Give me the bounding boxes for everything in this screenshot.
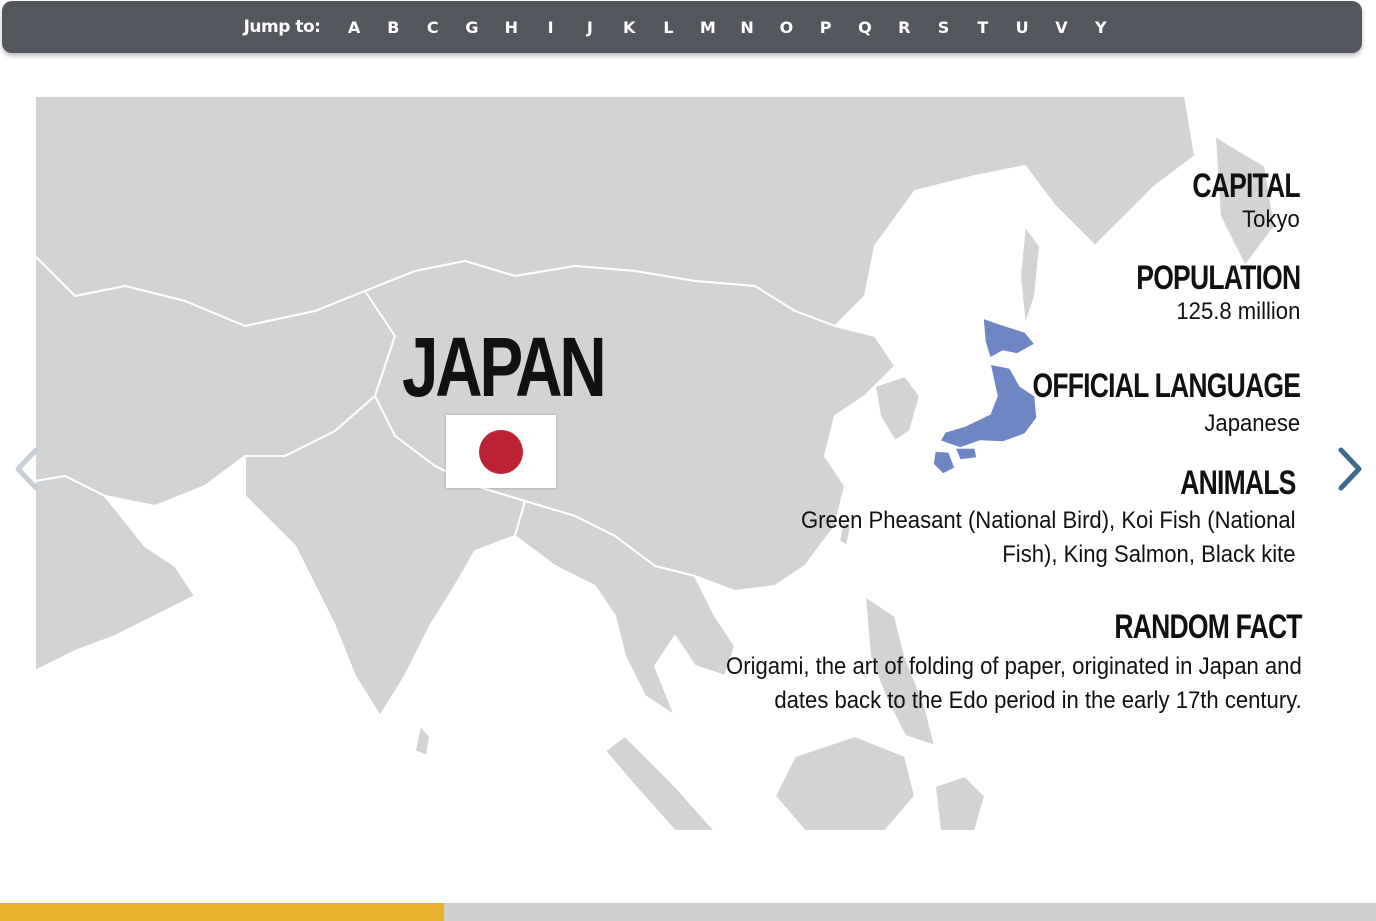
japan-flag-icon	[446, 415, 556, 488]
chevron-right-icon	[1338, 447, 1362, 491]
population-section: POPULATION 125.8 million	[1090, 259, 1301, 329]
map-graphic	[35, 96, 1276, 831]
animals-line-2: Fish), King Salmon, Black kite	[1002, 541, 1296, 568]
capital-value: Tokyo	[1242, 206, 1300, 233]
jump-letter-b[interactable]: B	[374, 18, 413, 37]
asia-map	[35, 96, 1305, 831]
jump-letter-g[interactable]: G	[452, 18, 491, 37]
jump-letter-j[interactable]: J	[570, 18, 609, 37]
map-region-korea	[874, 375, 921, 442]
random-fact-heading: RANDOM FACT	[1114, 608, 1303, 646]
jump-letter-c[interactable]: C	[413, 18, 452, 37]
next-slide-button[interactable]	[1333, 446, 1367, 492]
jump-letter-y[interactable]: Y	[1081, 18, 1120, 37]
chevron-left-icon	[15, 447, 39, 491]
flag-sun-disc	[479, 430, 523, 474]
population-heading: POPULATION	[1135, 259, 1301, 297]
language-value: Japanese	[1204, 410, 1300, 437]
capital-heading: CAPITAL	[1192, 167, 1301, 205]
animals-section: ANIMALS Green Pheasant (National Bird), …	[758, 466, 1296, 572]
slide-progress-track	[0, 903, 1376, 921]
jump-letter-l[interactable]: L	[649, 18, 688, 37]
map-region-sakhalin	[1019, 225, 1041, 327]
language-heading: OFFICIAL LANGUAGE	[1032, 367, 1300, 405]
previous-slide-button[interactable]	[10, 446, 44, 492]
jump-letter-u[interactable]: U	[1003, 18, 1042, 37]
jump-to-bar: Jump to: ABCGHIJKLMNOPQRSTUVY	[2, 1, 1362, 53]
jump-letter-p[interactable]: P	[806, 18, 845, 37]
map-region-sri-lanka	[414, 725, 431, 757]
jump-letter-a[interactable]: A	[334, 18, 373, 37]
random-fact-line-1: Origami, the art of folding of paper, or…	[726, 653, 1302, 680]
jump-to-label: Jump to:	[243, 17, 321, 37]
jump-letter-o[interactable]: O	[767, 18, 806, 37]
jump-letter-s[interactable]: S	[924, 18, 963, 37]
country-name: JAPAN	[401, 320, 607, 414]
jump-letter-v[interactable]: V	[1042, 18, 1081, 37]
jump-letter-n[interactable]: N	[727, 18, 766, 37]
jump-letter-k[interactable]: K	[610, 18, 649, 37]
map-region-sulawesi	[934, 775, 986, 831]
map-japan-hokkaido	[982, 316, 1037, 360]
letter-list: ABCGHIJKLMNOPQRSTUVY	[334, 18, 1120, 37]
jump-letter-r[interactable]: R	[885, 18, 924, 37]
animals-heading: ANIMALS	[1180, 464, 1297, 502]
population-value: 125.8 million	[1176, 298, 1300, 325]
random-fact-section: RANDOM FACT Origami, the art of folding …	[676, 610, 1302, 718]
random-fact-line-2: dates back to the Edo period in the earl…	[774, 687, 1302, 714]
slide-progress-fill	[0, 903, 445, 921]
jump-letter-i[interactable]: I	[531, 18, 570, 37]
language-section: OFFICIAL LANGUAGE Japanese	[957, 369, 1300, 441]
jump-letter-t[interactable]: T	[963, 18, 1002, 37]
jump-letter-h[interactable]: H	[492, 18, 531, 37]
jump-letter-q[interactable]: Q	[845, 18, 884, 37]
map-region-arabia	[35, 475, 196, 672]
capital-section: CAPITAL Tokyo	[1162, 167, 1301, 237]
animals-line-1: Green Pheasant (National Bird), Koi Fish…	[801, 507, 1296, 534]
map-region-sumatra	[604, 735, 716, 831]
jump-letter-m[interactable]: M	[688, 18, 727, 37]
map-japan-shikoku	[953, 447, 978, 461]
map-region-borneo	[774, 735, 916, 831]
